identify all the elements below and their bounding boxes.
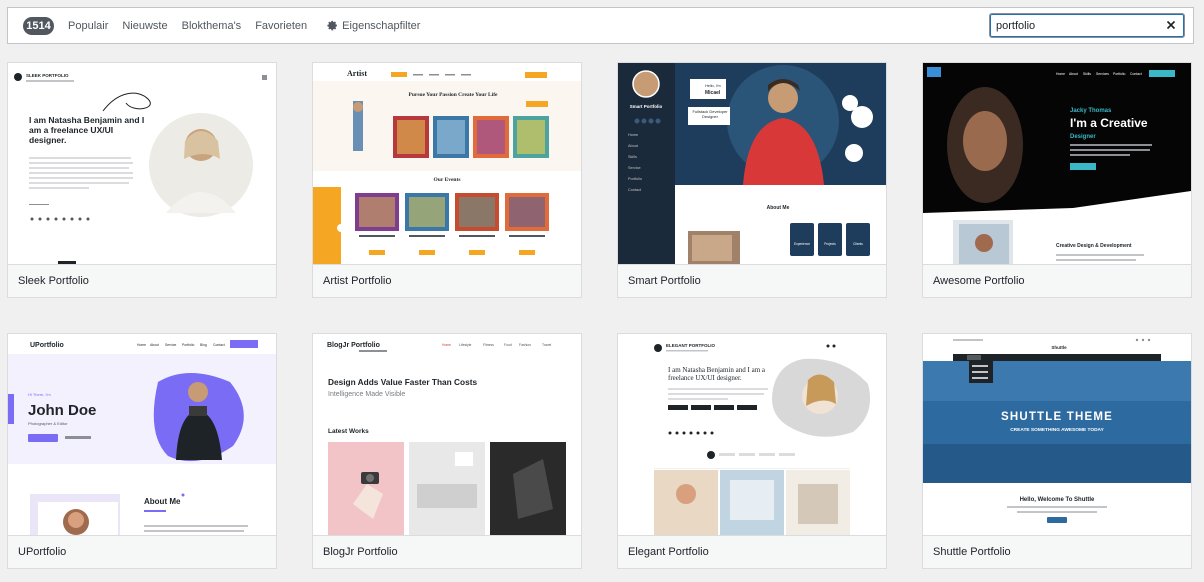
theme-card-smart-portfolio[interactable]: Smart Portfolio Home About Skills Servic…	[617, 62, 887, 298]
theme-card-blogjr-portfolio[interactable]: BlogJr Portfolio Home Lifestyle Fitness …	[312, 333, 582, 569]
theme-search-input[interactable]	[996, 19, 1156, 32]
preview-menu-item: Fitness	[483, 343, 494, 347]
theme-screenshot[interactable]: Shuttle SHUTTLE THEME CREATE SOMETHING A…	[923, 334, 1191, 535]
preview-menu-item: Home	[442, 343, 451, 347]
theme-search-box[interactable]	[989, 13, 1185, 38]
feature-filter-button[interactable]: Eigenschapfilter	[342, 20, 420, 32]
preview-heading: Design Adds Value Faster Than Costs	[328, 377, 477, 387]
preview-section: About Me	[767, 205, 790, 211]
preview-brand: BlogJr Portfolio	[327, 342, 380, 349]
preview-heading: Pursue Your Passion Create Your Life	[409, 92, 499, 98]
preview-menu-item: About	[150, 343, 159, 347]
tab-popular[interactable]: Populair	[68, 20, 108, 32]
preview-heading: I am Natasha Benjamin and I am a freelan…	[668, 366, 765, 382]
preview-brand: Shuttle	[1051, 345, 1067, 350]
theme-name[interactable]: BlogJr Portfolio	[313, 535, 581, 568]
theme-screenshot[interactable]: SLEEK PORTFOLIO I am Natasha Benjamin an…	[8, 63, 276, 264]
preview-menu-item: Home	[137, 343, 146, 347]
theme-card-artist-portfolio[interactable]: Artist Pursue Your Passion Create Your L…	[312, 62, 582, 298]
theme-screenshot[interactable]: ELEGANT PORTFOLIO I am Natasha Benjamin …	[618, 334, 886, 535]
theme-screenshot[interactable]: Smart Portfolio Home About Skills Servic…	[618, 63, 886, 264]
theme-card-elegant-portfolio[interactable]: ELEGANT PORTFOLIO I am Natasha Benjamin …	[617, 333, 887, 569]
theme-card-awesome-portfolio[interactable]: Home About Skills Services Portfolio Con…	[922, 62, 1192, 298]
preview-menu-item: Contact	[628, 188, 642, 192]
preview-menu-item: Blog	[200, 343, 207, 347]
theme-card-uportfolio[interactable]: UPortfolio Home About Service Portfolio …	[7, 333, 277, 569]
preview-menu-item: Service	[165, 343, 176, 347]
preview-menu-item: About	[1069, 72, 1078, 76]
preview-section: Our Events	[434, 177, 461, 183]
preview-subheading: Intelligence Made Visible	[328, 391, 405, 398]
theme-name[interactable]: Elegant Portfolio	[618, 535, 886, 568]
theme-name[interactable]: Sleek Portfolio	[8, 264, 276, 297]
theme-name[interactable]: Artist Portfolio	[313, 264, 581, 297]
preview-brand: ELEGANT PORTFOLIO	[666, 343, 715, 348]
preview-menu-item: Portfolio	[182, 343, 195, 347]
theme-screenshot[interactable]: Artist Pursue Your Passion Create Your L…	[313, 63, 581, 264]
preview-menu-item: Travel	[542, 343, 552, 347]
preview-heading: SHUTTLE THEME	[1001, 411, 1113, 423]
preview-stat-label: Experience	[794, 242, 810, 246]
preview-menu-item: Contact	[213, 343, 225, 347]
preview-menu-item: Skills	[1083, 72, 1091, 76]
preview-menu-item: Services	[1096, 72, 1109, 76]
preview-subheading: CREATE SOMETHING AWESOME TODAY	[1010, 427, 1104, 433]
preview-menu-item: Contact	[1130, 72, 1142, 76]
theme-filter-bar: 1514 Populair Nieuwste Blokthema's Favor…	[7, 7, 1194, 44]
preview-section: About Me	[144, 497, 181, 506]
preview-menu-item: Home	[628, 133, 638, 137]
preview-menu-item: Lifestyle	[459, 343, 472, 347]
preview-heading: I am Natasha Benjamin and I am a freelan…	[29, 115, 145, 145]
preview-menu-item: Food	[504, 343, 512, 347]
theme-card-shuttle-portfolio[interactable]: Shuttle SHUTTLE THEME CREATE SOMETHING A…	[922, 333, 1192, 569]
preview-menu-item: Skills	[628, 155, 637, 159]
preview-greeting: Hi There, I'm	[28, 392, 51, 397]
preview-role: Photographer & Editor	[28, 421, 68, 426]
preview-greeting: Hello, I'm	[705, 84, 721, 88]
preview-menu-item: Service	[628, 166, 641, 170]
theme-name[interactable]: Shuttle Portfolio	[923, 535, 1191, 568]
tab-block-themes[interactable]: Blokthema's	[182, 20, 242, 32]
theme-screenshot[interactable]: BlogJr Portfolio Home Lifestyle Fitness …	[313, 334, 581, 535]
gear-icon[interactable]	[327, 20, 338, 31]
preview-menu-item: Portfolio	[1113, 72, 1126, 76]
theme-count-badge: 1514	[23, 16, 54, 35]
preview-person-name: Micael	[705, 90, 721, 96]
preview-heading: I'm a Creative	[1070, 116, 1148, 130]
preview-menu-item: Fashion	[519, 343, 531, 347]
theme-screenshot[interactable]: UPortfolio Home About Service Portfolio …	[8, 334, 276, 535]
preview-welcome: Hello, Welcome To Shuttle	[1020, 497, 1095, 503]
tab-latest[interactable]: Nieuwste	[122, 20, 167, 32]
preview-section: Latest Works	[328, 428, 369, 435]
theme-name[interactable]: Smart Portfolio	[618, 264, 886, 297]
theme-card-sleek-portfolio[interactable]: SLEEK PORTFOLIO I am Natasha Benjamin an…	[7, 62, 277, 298]
theme-name[interactable]: UPortfolio	[8, 535, 276, 568]
preview-brand: UPortfolio	[30, 342, 64, 349]
theme-name[interactable]: Awesome Portfolio	[923, 264, 1191, 297]
tab-favorites[interactable]: Favorieten	[255, 20, 307, 32]
close-icon[interactable]	[1165, 19, 1177, 31]
preview-stat-label: Projects	[824, 242, 836, 246]
preview-role: Designer	[1070, 134, 1096, 140]
preview-section: Creative Design & Development	[1056, 243, 1132, 249]
preview-menu-item: Home	[1056, 72, 1065, 76]
preview-menu-item: Portfolio	[628, 177, 642, 181]
preview-person-name: John Doe	[28, 402, 96, 419]
preview-person-name: Jacky Thomas	[1070, 108, 1112, 114]
preview-subtitle: Fullstack Developer Designer	[692, 109, 728, 119]
preview-brand: Artist	[347, 69, 367, 78]
preview-menu-item: About	[628, 144, 639, 148]
preview-brand: Smart Portfolio	[630, 104, 663, 109]
preview-stat-label: Clients	[853, 242, 863, 246]
theme-screenshot[interactable]: Home About Skills Services Portfolio Con…	[923, 63, 1191, 264]
preview-brand: SLEEK PORTFOLIO	[26, 73, 69, 78]
